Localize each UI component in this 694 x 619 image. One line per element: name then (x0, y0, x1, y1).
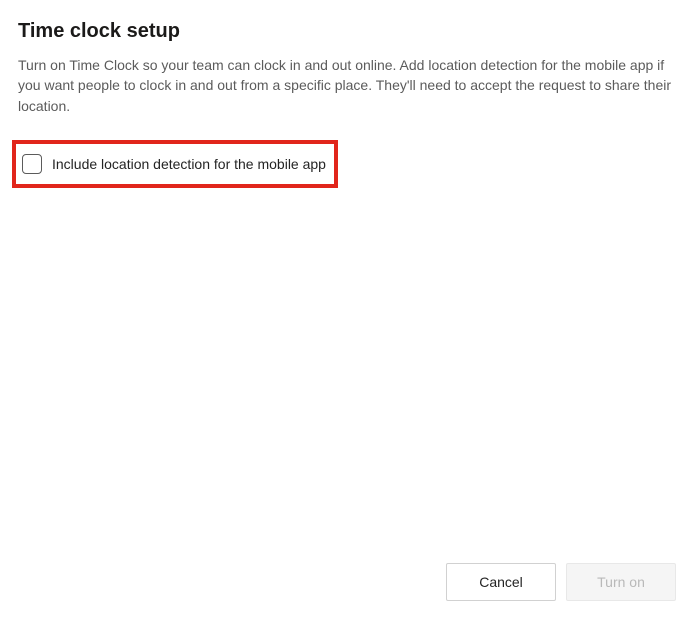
dialog-title: Time clock setup (18, 20, 676, 43)
dialog-description: Turn on Time Clock so your team can cloc… (18, 55, 676, 116)
location-detection-label: Include location detection for the mobil… (52, 156, 326, 172)
dialog-footer: Cancel Turn on (18, 563, 676, 601)
cancel-button[interactable]: Cancel (446, 563, 556, 601)
highlight-annotation: Include location detection for the mobil… (12, 140, 338, 188)
turn-on-button[interactable]: Turn on (566, 563, 676, 601)
location-detection-option[interactable]: Include location detection for the mobil… (22, 154, 326, 174)
location-detection-checkbox[interactable] (22, 154, 42, 174)
time-clock-setup-dialog: Time clock setup Turn on Time Clock so y… (0, 0, 694, 619)
